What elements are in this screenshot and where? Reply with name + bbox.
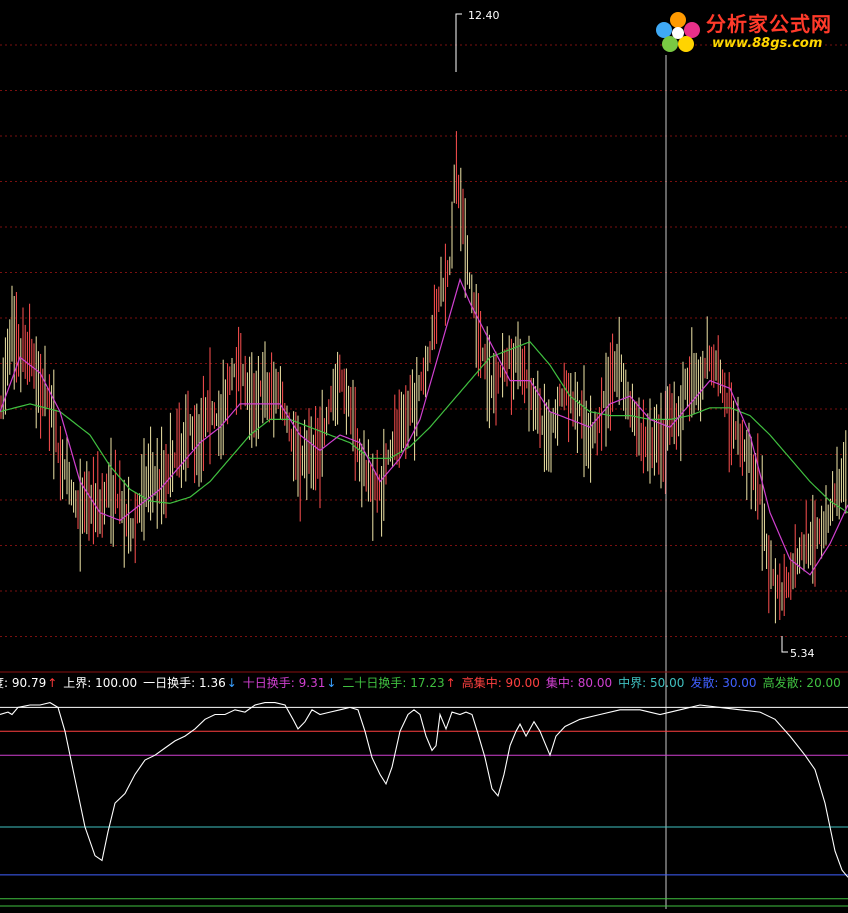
legend-item: 高发散: 20.00 [762, 676, 841, 690]
brand-logo: 分析家公式网 www.88gs.com [650, 4, 846, 56]
arrow-up-icon: ↑ [445, 676, 456, 690]
flower-logo-icon [656, 12, 700, 52]
indicator-legend: 度: 90.79↑上界: 100.00一日换手: 1.36↓十日换手: 9.31… [0, 674, 847, 692]
chart-svg: 12.40 5.34 [0, 9, 848, 909]
legend-item: 二十日换手: 17.23 [342, 676, 445, 690]
min-marker [781, 636, 788, 653]
brand-url: www.88gs.com [712, 36, 823, 51]
legend-item: 发散: 30.00 [690, 676, 757, 690]
legend-item: 十日换手: 9.31 [242, 676, 326, 690]
legend-item: 上界: 100.00 [63, 676, 138, 690]
concentration-line [0, 702, 848, 878]
legend-item: 集中: 80.00 [545, 676, 613, 690]
brand-name: 分析家公式网 [706, 12, 832, 36]
chart-stage: 12.405.34 分析家公式网 www.88gs.com 度: 90.79↑上… [0, 0, 848, 909]
legend-item: 一日换手: 1.36 [143, 676, 226, 690]
legend-item: 度: 90.79 [0, 676, 47, 690]
min-price-label: 5.34 [790, 647, 815, 660]
arrow-down-icon: ↓ [326, 676, 337, 690]
legend-item: 高集中: 90.00 [461, 676, 540, 690]
max-price-label: 12.40 [468, 9, 500, 22]
max-marker [455, 13, 462, 72]
arrow-up-icon: ↑ [47, 676, 58, 690]
arrow-down-icon: ↓ [226, 676, 237, 690]
legend-item: 中界: 50.00 [618, 676, 685, 690]
ma-short-line [0, 277, 848, 576]
